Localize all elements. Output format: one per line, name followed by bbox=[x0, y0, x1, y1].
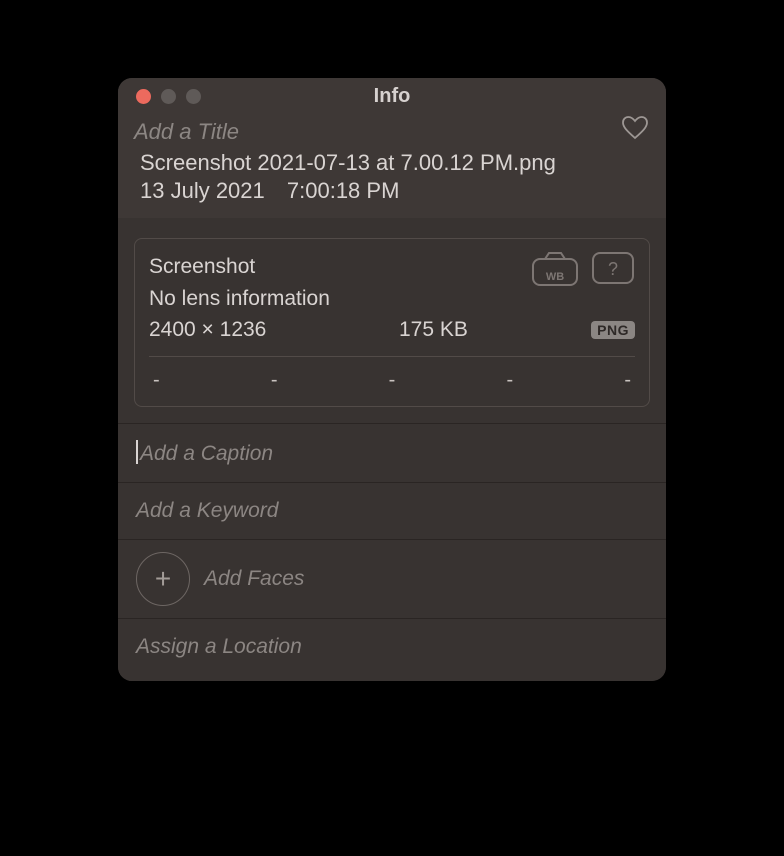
camera-wb-icon: WB bbox=[531, 251, 579, 287]
faces-label: Add Faces bbox=[204, 567, 304, 591]
info-window: Info Add a Title Screenshot 2021-07-13 a… bbox=[118, 78, 666, 681]
minimize-button[interactable] bbox=[161, 89, 176, 104]
format-badge: PNG bbox=[591, 321, 635, 339]
filesize-label: 175 KB bbox=[399, 318, 591, 342]
exif-slot: - bbox=[271, 369, 278, 392]
exif-slot: - bbox=[506, 369, 513, 392]
question-badge-icon: ? bbox=[591, 251, 635, 285]
source-label: Screenshot bbox=[149, 251, 330, 283]
filename-label: Screenshot 2021-07-13 at 7.00.12 PM.png bbox=[134, 147, 650, 179]
favorite-button[interactable] bbox=[622, 116, 648, 145]
plus-icon: + bbox=[155, 563, 171, 595]
caption-input[interactable]: Add a Caption bbox=[118, 423, 666, 482]
add-face-button[interactable]: + bbox=[136, 552, 190, 606]
heart-icon bbox=[622, 116, 648, 140]
close-button[interactable] bbox=[136, 89, 151, 104]
location-placeholder: Assign a Location bbox=[136, 635, 302, 659]
titlebar: Info bbox=[118, 78, 666, 114]
faces-section: + Add Faces bbox=[118, 539, 666, 618]
text-cursor bbox=[136, 440, 138, 464]
caption-placeholder: Add a Caption bbox=[140, 442, 273, 465]
window-title: Info bbox=[130, 85, 654, 108]
header: Add a Title Screenshot 2021-07-13 at 7.0… bbox=[118, 114, 666, 218]
date-label: 13 July 2021 bbox=[140, 178, 265, 203]
unknown-format-button[interactable]: ? bbox=[591, 251, 635, 292]
svg-text:WB: WB bbox=[546, 271, 564, 283]
maximize-button[interactable] bbox=[186, 89, 201, 104]
lens-label: No lens information bbox=[149, 283, 330, 315]
exif-row: - - - - - bbox=[149, 356, 635, 406]
keyword-placeholder: Add a Keyword bbox=[136, 499, 278, 523]
exif-slot: - bbox=[153, 369, 160, 392]
white-balance-button[interactable]: WB bbox=[531, 251, 579, 292]
exif-slot: - bbox=[624, 369, 631, 392]
content: Screenshot No lens information WB bbox=[118, 238, 666, 681]
title-input[interactable]: Add a Title bbox=[134, 118, 650, 147]
exif-slot: - bbox=[389, 369, 396, 392]
datetime-label: 13 July 2021 7:00:18 PM bbox=[134, 178, 650, 204]
time-label: 7:00:18 PM bbox=[287, 178, 400, 203]
camera-info-box: Screenshot No lens information WB bbox=[134, 238, 650, 407]
traffic-lights bbox=[136, 89, 201, 104]
location-input[interactable]: Assign a Location bbox=[118, 618, 666, 681]
svg-text:?: ? bbox=[608, 259, 618, 279]
keyword-input[interactable]: Add a Keyword bbox=[118, 482, 666, 539]
dimensions-label: 2400 × 1236 bbox=[149, 318, 399, 342]
